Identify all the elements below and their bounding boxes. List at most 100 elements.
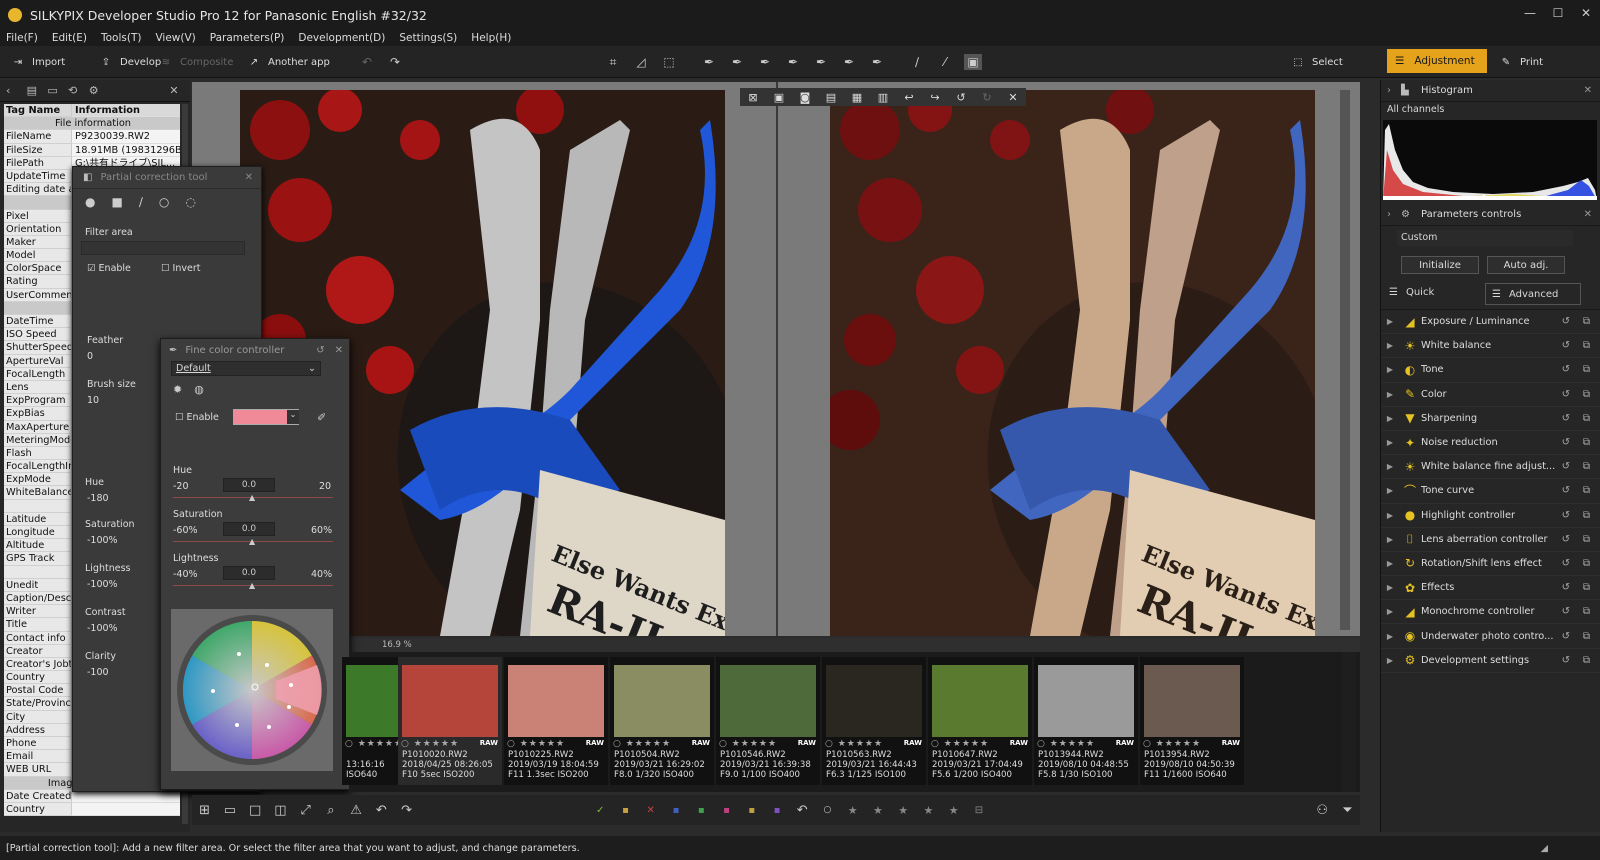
reset-icon[interactable]: ↺ xyxy=(1562,437,1570,448)
menu-settings[interactable]: Settings(S) xyxy=(399,32,457,44)
star-3-icon[interactable]: ★ xyxy=(891,804,916,817)
fit-view-icon[interactable]: ⊠ xyxy=(740,91,766,104)
reset-icon[interactable]: ↺ xyxy=(1562,316,1570,327)
sync-icon[interactable]: ⟲ xyxy=(68,84,89,97)
popout-icon[interactable]: ⧉ xyxy=(1583,558,1590,569)
filmstrip-thumbnail[interactable]: ○ ★★★★★ RAW P1013944.RW2 2019/08/10 04:48:5… xyxy=(1034,657,1138,785)
param-group-color[interactable]: ▶ ✎ Color ↺ ⧉ xyxy=(1381,383,1600,407)
undo-view-icon[interactable]: ↺ xyxy=(948,91,974,104)
expand-arrow-icon[interactable]: ▶ xyxy=(1381,317,1399,326)
fcc-preset-select[interactable]: Default ⌄ xyxy=(171,361,321,376)
pct-clarity-value[interactable]: -100 xyxy=(87,667,109,678)
check-label-icon[interactable]: ✓ xyxy=(588,805,613,816)
expand-arrow-icon[interactable]: ▶ xyxy=(1381,632,1399,641)
thumbnail-rating-stars[interactable]: ○ ★★★★★ xyxy=(507,739,565,749)
dropper-6-icon[interactable]: ✒ xyxy=(840,54,858,70)
fcc-hue-handle[interactable]: ▲ xyxy=(249,493,255,502)
filmstrip-thumbnail[interactable]: ○ ★★★★★ RAW P1010647.RW2 2019/03/21 17:04:4… xyxy=(928,657,1032,785)
popout-icon[interactable]: ⧉ xyxy=(1583,461,1590,472)
pct-invert-checkbox[interactable]: ☐ Invert xyxy=(161,263,200,274)
menu-development[interactable]: Development(D) xyxy=(298,32,385,44)
popout-icon[interactable]: ⧉ xyxy=(1583,437,1590,448)
lock-icon[interactable]: ⊟ xyxy=(966,805,991,816)
rect-tool-icon[interactable]: ■ xyxy=(111,195,122,209)
develop-button[interactable]: ⇪ Develop xyxy=(98,52,161,72)
expand-arrow-icon[interactable]: ▶ xyxy=(1381,341,1399,350)
reset-icon[interactable]: ↺ xyxy=(1562,413,1570,424)
select-button[interactable]: ⬚ Select xyxy=(1290,52,1343,72)
eyedropper-icon[interactable]: ✐ xyxy=(317,411,326,424)
dropper-3-icon[interactable]: ✒ xyxy=(756,54,774,70)
filter-area-select[interactable] xyxy=(81,241,245,255)
star-2-icon[interactable]: ★ xyxy=(865,804,890,817)
fcc-hue-value[interactable]: 0.0 xyxy=(223,478,275,492)
dropper-1-icon[interactable]: ✒ xyxy=(700,54,718,70)
color-picker-icon[interactable]: ◍ xyxy=(194,383,204,396)
menu-help[interactable]: Help(H) xyxy=(471,32,511,44)
param-group-tone[interactable]: ▶ ◐ Tone ↺ ⧉ xyxy=(1381,358,1600,383)
tag-section-header[interactable]: File information xyxy=(4,117,180,131)
menu-edit[interactable]: Edit(E) xyxy=(52,32,87,44)
popout-icon[interactable]: ⧉ xyxy=(1583,582,1590,593)
rotate-left-icon[interactable]: ↩ xyxy=(896,91,922,104)
preview-scrollbar[interactable] xyxy=(1340,90,1350,630)
menu-tools[interactable]: Tools(T) xyxy=(101,32,141,44)
pct-close-icon[interactable]: ✕ xyxy=(245,172,253,183)
param-group-noise-reduction[interactable]: ▶ ✦ Noise reduction ↺ ⧉ xyxy=(1381,431,1600,456)
param-group-white-balance[interactable]: ▶ ☀ White balance ↺ ⧉ xyxy=(1381,334,1600,359)
expand-arrow-icon[interactable]: ▶ xyxy=(1381,462,1399,471)
color-wheel-icon[interactable]: ✹ xyxy=(173,383,182,396)
color-wheel[interactable] xyxy=(171,609,333,771)
thumbnail-rating-stars[interactable]: ○ ★★★★★ xyxy=(719,739,777,749)
channel-select[interactable]: All channels xyxy=(1381,102,1600,118)
fcc-lightness-value[interactable]: 0.0 xyxy=(223,566,275,580)
tag-row[interactable]: FileName P9230039.RW2 xyxy=(4,130,180,144)
popout-icon[interactable]: ⧉ xyxy=(1583,316,1590,327)
lasso-tool-icon[interactable]: ◌ xyxy=(185,195,195,209)
settings-icon[interactable]: ⚙ xyxy=(89,84,110,97)
popout-icon[interactable]: ⧉ xyxy=(1583,485,1590,496)
thumbnail-rating-stars[interactable]: ○ ★★★★★ xyxy=(931,739,989,749)
color-swatch[interactable]: ⌄ xyxy=(233,409,299,425)
pct-saturation-value[interactable]: -100% xyxy=(87,535,118,546)
param-group-effects[interactable]: ▶ ✿ Effects ↺ ⧉ xyxy=(1381,576,1600,601)
transform-icon[interactable]: ⬚ xyxy=(660,54,678,70)
label-green-icon[interactable]: ▪ xyxy=(689,805,714,816)
reset-icon[interactable]: ↺ xyxy=(1562,461,1570,472)
star-5-icon[interactable]: ★ xyxy=(941,804,966,817)
tag-row[interactable]: FileSize18.91MB (19831296Byte) xyxy=(4,143,180,157)
import-button[interactable]: ⇥ Import xyxy=(10,52,65,72)
thumbnail-rating-stars[interactable]: ○ ★★★★★ xyxy=(1143,739,1201,749)
single-view-icon[interactable]: □ xyxy=(243,803,268,818)
pct-contrast-value[interactable]: -100% xyxy=(87,623,118,634)
filmstrip-thumbnail[interactable]: ○ ★★★★★ RAW P1013954.RW2 2019/08/10 04:50:3… xyxy=(1140,657,1244,785)
param-group-highlight-controller[interactable]: ▶ ● Highlight controller ↺ ⧉ xyxy=(1381,504,1600,528)
filmstrip-thumbnail[interactable]: ○ ★★★★★ RAW P1010546.RW2 2019/03/21 16:39:3… xyxy=(716,657,820,785)
popout-icon[interactable]: ⧉ xyxy=(1583,606,1590,617)
rotate-cw-icon[interactable]: ↷ xyxy=(394,803,419,818)
expand-arrow-icon[interactable]: ▶ xyxy=(1381,365,1399,374)
reset-icon[interactable]: ↺ xyxy=(1562,389,1570,400)
undo-icon[interactable]: ↶ xyxy=(358,54,376,70)
dropper-7-icon[interactable]: ✒ xyxy=(868,54,886,70)
star-1-icon[interactable]: ★ xyxy=(840,804,865,817)
filmstrip-view-icon[interactable]: ▭ xyxy=(217,803,242,818)
param-group-white-balance-fine-adjust[interactable]: ▶ ☀ White balance fine adjust... ↺ ⧉ xyxy=(1381,455,1600,480)
circle-brush-icon[interactable]: ● xyxy=(85,195,95,209)
expand-arrow-icon[interactable]: ▶ xyxy=(1381,414,1399,423)
popout-icon[interactable]: ⧉ xyxy=(1583,510,1590,521)
rotate-right-icon[interactable]: ↪ xyxy=(922,91,948,104)
expand-arrow-icon[interactable]: ▶ xyxy=(1381,486,1399,495)
thumbnail-rating-stars[interactable]: ○ ★★★★★ xyxy=(345,739,403,749)
popout-icon[interactable]: ⧉ xyxy=(1583,655,1590,666)
ellipse-tool-icon[interactable]: ○ xyxy=(159,195,169,209)
param-group-sharpening[interactable]: ▶ ▼ Sharpening ↺ ⧉ xyxy=(1381,407,1600,431)
param-group-monochrome-controller[interactable]: ▶ ◢ Monochrome controller ↺ ⧉ xyxy=(1381,600,1600,625)
pct-lightness-value[interactable]: -100% xyxy=(87,579,118,590)
popout-icon[interactable]: ⧉ xyxy=(1583,364,1590,375)
thumbnail-rating-stars[interactable]: ○ ★★★★★ xyxy=(1037,739,1095,749)
expand-arrow-icon[interactable]: ▶ xyxy=(1381,656,1399,665)
fcc-saturation-value[interactable]: 0.0 xyxy=(223,522,275,536)
pct-enable-checkbox[interactable]: ☑ Enable xyxy=(87,263,131,274)
close-view-icon[interactable]: ✕ xyxy=(1000,91,1026,104)
